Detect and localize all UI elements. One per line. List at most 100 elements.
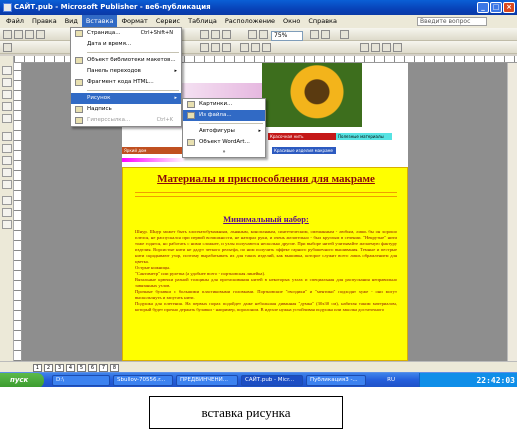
page-tab[interactable]: 2	[44, 364, 53, 372]
menu-item-hyperlink[interactable]: Гиперссылка... Ctrl+K	[71, 115, 181, 126]
wordart-tool-icon[interactable]	[2, 102, 12, 111]
menu-edit[interactable]: Правка	[28, 15, 61, 28]
page-tab[interactable]: 5	[77, 364, 86, 372]
nav-button[interactable]: Красочная нить	[268, 133, 336, 140]
taskbar-item[interactable]: Публикация3 -...	[306, 375, 366, 386]
menu-item-html-fragment[interactable]: Фрагмент кода HTML...	[71, 77, 181, 88]
html-fragment-tool-icon[interactable]	[2, 220, 12, 229]
taskbar-item[interactable]: Sbullov-70556.r...	[113, 375, 173, 386]
zoom-in-icon[interactable]	[321, 30, 330, 39]
line-tool-icon[interactable]	[2, 132, 12, 141]
menu-item-picture[interactable]: Рисунок ▸	[71, 93, 181, 104]
paragraph: Подушка для плетения. На первых порах по…	[135, 301, 397, 312]
arrow-tool-icon[interactable]	[2, 144, 12, 153]
page-tab[interactable]: 8	[110, 364, 119, 372]
menu-item-wordart[interactable]: Объект WordArt...	[183, 137, 265, 148]
page-tab[interactable]: 3	[55, 364, 64, 372]
page-body: Шнур. Шнур может быть хлопчатобумажным, …	[135, 229, 397, 313]
bold-icon[interactable]	[200, 43, 209, 52]
open-icon[interactable]	[14, 30, 23, 39]
objects-toolbar	[0, 56, 14, 368]
submenu-arrow-icon: ▸	[174, 68, 177, 74]
menu-item-text-box[interactable]: Надпись	[71, 104, 181, 115]
redo-icon[interactable]	[259, 30, 268, 39]
menu-file[interactable]: Файл	[2, 15, 28, 28]
page-tab[interactable]: 7	[99, 364, 108, 372]
minimize-button[interactable]: _	[477, 2, 489, 13]
font-style-icon[interactable]	[3, 43, 12, 52]
font-color-icon[interactable]	[382, 43, 391, 52]
form-control-tool-icon[interactable]	[2, 208, 12, 217]
italic-icon[interactable]	[211, 43, 220, 52]
menu-item-autoshapes[interactable]: Автофигуры ▸	[183, 126, 265, 137]
start-button[interactable]: пуск	[0, 373, 44, 387]
line-color-icon[interactable]	[371, 43, 380, 52]
maximize-button[interactable]: □	[490, 2, 502, 13]
hotspot-tool-icon[interactable]	[2, 196, 12, 205]
system-tray: 22:42:03	[419, 373, 517, 387]
close-button[interactable]: ×	[503, 2, 515, 13]
zoom-out-icon[interactable]	[310, 30, 319, 39]
paragraph: Шнур. Шнур может быть хлопчатобумажным, …	[135, 229, 397, 264]
menu-arrange[interactable]: Расположение	[221, 15, 279, 28]
menu-item-navigation-bar[interactable]: Панель переходов ▸	[71, 66, 181, 77]
cut-icon[interactable]	[200, 30, 209, 39]
menu-item-page[interactable]: Страница... Ctrl+Shift+N	[71, 28, 181, 39]
menu-item-from-file[interactable]: Из файла...	[183, 110, 265, 121]
sunflower-image[interactable]	[262, 63, 362, 127]
undo-icon[interactable]	[248, 30, 257, 39]
new-icon[interactable]	[3, 30, 12, 39]
fill-color-icon[interactable]	[360, 43, 369, 52]
page-tab[interactable]: 6	[88, 364, 97, 372]
submenu-arrow-icon: ▸	[258, 128, 261, 134]
line-style-icon[interactable]	[393, 43, 402, 52]
align-center-icon[interactable]	[251, 43, 260, 52]
nav-button[interactable]: Яркий дом	[122, 147, 182, 154]
page-navigation: 1 2 3 4 5 6 7 8	[0, 361, 517, 372]
menu-help[interactable]: Справка	[304, 15, 341, 28]
rectangle-tool-icon[interactable]	[2, 168, 12, 177]
text-box-tool-icon[interactable]	[2, 78, 12, 87]
menu-window[interactable]: Окно	[279, 15, 304, 28]
copy-icon[interactable]	[211, 30, 220, 39]
menu-item-date-time[interactable]: Дата и время...	[71, 39, 181, 50]
publisher-icon	[3, 3, 12, 12]
align-left-icon[interactable]	[240, 43, 249, 52]
taskbar-item[interactable]: D:\	[52, 375, 110, 386]
paragraph: Прочные булавки с большими пластиковыми …	[135, 289, 397, 300]
help-icon[interactable]	[340, 30, 349, 39]
taskbar-item[interactable]: ПРЕДВИНЧЕНИ...	[176, 375, 238, 386]
underline-icon[interactable]	[222, 43, 231, 52]
save-icon[interactable]	[25, 30, 34, 39]
page-icon	[75, 30, 83, 37]
divider	[135, 196, 397, 197]
zoom-select[interactable]: 75%	[271, 31, 303, 41]
picture-submenu: Картинки... Из файла... Автофигуры ▸ Объе…	[182, 98, 266, 158]
print-icon[interactable]	[36, 30, 45, 39]
help-question-input[interactable]: Введите вопрос	[417, 17, 487, 26]
select-tool-icon[interactable]	[2, 66, 12, 75]
paste-icon[interactable]	[222, 30, 231, 39]
page-heading: Материалы и приспособления для макраме	[157, 173, 375, 185]
picture-tool-icon[interactable]	[2, 114, 12, 123]
nav-button[interactable]: Полезные материалы	[336, 133, 392, 140]
table-tool-icon[interactable]	[2, 90, 12, 99]
align-right-icon[interactable]	[262, 43, 271, 52]
page-tab[interactable]: 4	[66, 364, 75, 372]
menu-item-design-gallery[interactable]: Объект библиотеки макетов...	[71, 55, 181, 66]
menu-table[interactable]: Таблица	[184, 15, 221, 28]
language-indicator[interactable]: RU	[387, 377, 395, 383]
page-tab[interactable]: 1	[33, 364, 42, 372]
taskbar-item-active[interactable]: САЙТ.pub - Micr...	[241, 375, 303, 386]
autoshapes-tool-icon[interactable]	[2, 180, 12, 189]
menu-item-clip-art[interactable]: Картинки...	[183, 99, 265, 110]
vertical-ruler	[14, 63, 22, 361]
clock: 22:42:03	[476, 376, 515, 385]
nav-button[interactable]: Красивые изделия макраме	[272, 147, 336, 154]
screenshot: САЙТ.pub - Microsoft Publisher - веб-пуб…	[0, 0, 517, 387]
oval-tool-icon[interactable]	[2, 156, 12, 165]
window-title: САЙТ.pub - Microsoft Publisher - веб-пуб…	[14, 3, 211, 11]
paragraph: Вязальные крючки разной толщины для прот…	[135, 277, 397, 288]
expand-menu-icon[interactable]: »	[183, 148, 265, 157]
vertical-scrollbar[interactable]	[507, 63, 517, 361]
